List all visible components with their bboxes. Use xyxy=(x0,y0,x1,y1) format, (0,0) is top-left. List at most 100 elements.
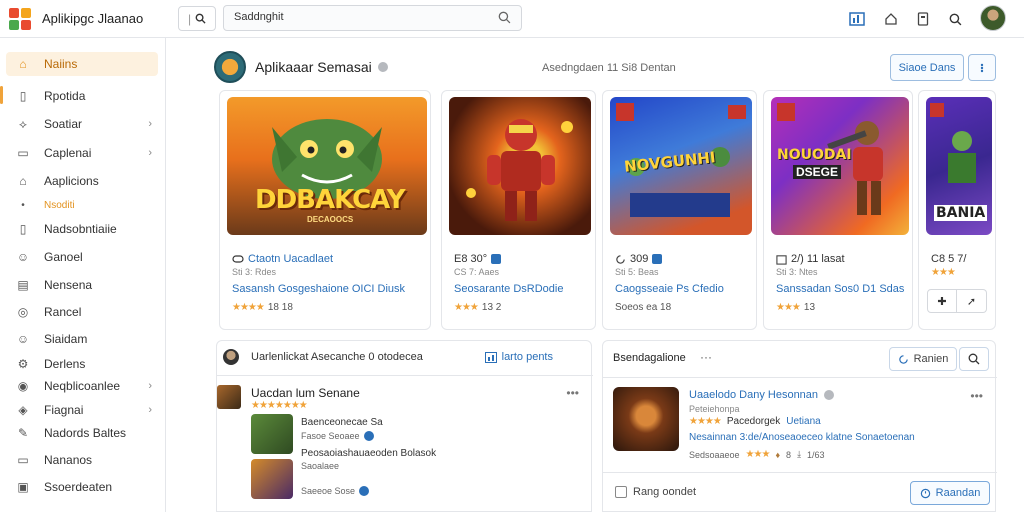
game-rating: Soeos ea 18 xyxy=(615,302,671,313)
apps-icon: ⌂ xyxy=(19,174,27,188)
post-avatar[interactable] xyxy=(217,385,241,409)
sidebar-item[interactable]: ✎ Nadords Baltes xyxy=(6,421,158,445)
save-button[interactable]: Siaoe Dans xyxy=(890,54,964,81)
chevron-right-icon[interactable]: › xyxy=(148,118,152,130)
filter-button[interactable]: Ranien xyxy=(889,347,957,371)
grid-view-button[interactable] xyxy=(968,54,996,81)
chevron-right-icon[interactable]: › xyxy=(148,147,152,159)
primary-action-button[interactable]: Raandan xyxy=(910,481,990,505)
post-thumbnail[interactable] xyxy=(251,414,293,454)
publisher-name-row[interactable]: Aplikaaar Semasai xyxy=(255,59,388,75)
game-rating: ★★★ 13 2 xyxy=(454,302,501,313)
search-icon[interactable] xyxy=(946,10,964,28)
feed-header-link[interactable]: larto pents xyxy=(484,351,553,363)
rating-stars: ★★★★ xyxy=(232,302,265,313)
game-cover-image xyxy=(449,97,591,235)
carousel-next-button[interactable]: ➚ xyxy=(957,289,987,313)
game-card[interactable]: DDBAKCAY DECAOOCS Ctaotn Uacadlaet Sti 3… xyxy=(219,90,431,330)
sidebar-item[interactable]: ◉ Neqblicoanlee › xyxy=(6,374,158,398)
game-meta: CS 7: Aaes xyxy=(454,267,500,277)
recommend-thumbnail[interactable] xyxy=(613,387,679,451)
game-title-row: C8 5 7/ xyxy=(931,253,966,265)
game-subtitle[interactable]: Caogsseaie Ps Cfedio xyxy=(615,283,724,295)
scrollbar[interactable] xyxy=(1016,40,1022,510)
recommend-name-row[interactable]: Uaaelodo Dany Hesonnan xyxy=(689,389,835,401)
more-icon[interactable]: ··· xyxy=(700,350,712,364)
sidebar-item[interactable]: ▯ Rpotida xyxy=(6,84,158,108)
carousel-prev-button[interactable]: ✚ xyxy=(927,289,957,313)
sidebar-item-label: Nsoditi xyxy=(44,199,75,211)
checkbox[interactable] xyxy=(615,486,627,498)
app-logo[interactable] xyxy=(9,8,31,30)
sidebar-item[interactable]: ⌂ Naiins xyxy=(6,52,158,76)
publisher-avatar[interactable] xyxy=(214,51,246,83)
grid-icon xyxy=(980,63,984,72)
sidebar-item[interactable]: ▭ Nananos xyxy=(6,448,158,472)
game-subtitle[interactable]: Sasansh Gosgeshaione OICI Diusk xyxy=(232,283,405,295)
person-icon: ◉ xyxy=(17,379,29,393)
sidebar-item[interactable]: ☺ Siaidam xyxy=(6,327,158,351)
more-icon[interactable]: ••• xyxy=(970,389,983,403)
game-subtitle[interactable]: Sanssadan Sos0 D1 Sdas xyxy=(776,283,904,295)
sidebar-item-label: Ssoerdeaten xyxy=(44,480,113,494)
post-thumbnail[interactable] xyxy=(251,459,293,499)
home-icon[interactable] xyxy=(882,10,900,28)
list-icon: ▯ xyxy=(19,222,27,236)
more-icon[interactable]: ••• xyxy=(566,386,579,400)
filter-label: Ranien xyxy=(913,353,949,365)
recommend-developer-link[interactable]: Uetiana xyxy=(786,416,820,427)
calendar-icon xyxy=(776,254,787,265)
game-rating: ★★★★ 18 18 xyxy=(232,302,293,313)
cta-label: Raandan xyxy=(935,487,981,499)
game-meta: Sti 3: Ntes xyxy=(776,267,818,277)
verified-icon xyxy=(363,431,374,441)
game-cover-image: DDBAKCAY DECAOOCS xyxy=(227,97,427,235)
game-cover-subtitle: DSEGE xyxy=(793,165,842,179)
chevron-right-icon[interactable]: › xyxy=(148,404,152,416)
activity-feed-panel: Uarlenlickat Asecanche 0 otodecea larto … xyxy=(216,340,593,512)
sidebar-item[interactable]: • Nsoditi xyxy=(6,193,158,217)
publisher-meta: Asedngdaen 11 Si8 Dentan xyxy=(542,62,676,74)
sidebar-item[interactable]: ◈ Fiagnai › xyxy=(6,398,158,422)
bookmark-icon[interactable] xyxy=(914,10,932,28)
search-input[interactable] xyxy=(234,11,484,23)
sidebar-item[interactable]: ▭ Caplenai › xyxy=(6,141,158,165)
feed-avatar[interactable] xyxy=(223,349,239,365)
game-meta: Sti 5: Beas xyxy=(615,267,659,277)
chart-icon xyxy=(484,351,497,363)
sidebar-item[interactable]: ⚙ Derlens xyxy=(6,352,158,376)
game-cover-image: NOVGUNHI xyxy=(610,97,752,235)
post-item-meta: Fasoe Seoaee xyxy=(301,431,374,441)
pipe-divider: | xyxy=(187,11,192,26)
recommend-name: Uaaelodo Dany Hesonnan xyxy=(689,389,819,401)
game-title: Ctaotn Uacadlaet xyxy=(248,253,333,265)
panel-search-button[interactable] xyxy=(959,347,989,371)
users-icon: ☺ xyxy=(16,332,30,346)
game-card[interactable]: NOVGUNHI 309 Sti 5: Beas Caogsseaie Ps C… xyxy=(602,90,757,330)
search-icon[interactable] xyxy=(498,11,511,24)
sidebar-item[interactable]: ▤ Nensena xyxy=(6,273,158,297)
game-cover-title: NOUODAI xyxy=(777,147,852,163)
game-title: E8 30° xyxy=(454,253,488,265)
calendar-icon: ▣ xyxy=(17,480,29,494)
recommend-title: Bsendagalione xyxy=(613,352,686,364)
sidebar-item[interactable]: ⟡ Soatiar › xyxy=(6,112,158,136)
game-card[interactable]: BANIA C8 5 7/ ★★★ ✚ ➚ xyxy=(918,90,996,330)
recommend-description[interactable]: Nesainnan 3:de/Anoseaoeceo klatne Sonaet… xyxy=(689,432,915,443)
sidebar-item[interactable]: ▯ Nadsobntiaiie xyxy=(6,217,158,241)
sidebar-item[interactable]: ▣ Ssoerdeaten xyxy=(6,475,158,499)
game-subtitle[interactable]: Seosarante DsRDodie xyxy=(454,283,563,295)
search-box[interactable] xyxy=(223,5,522,31)
sidebar-item[interactable]: ⌂ Aaplicions xyxy=(6,169,158,193)
bookmark-icon: ▯ xyxy=(19,89,27,103)
chart-icon[interactable] xyxy=(848,10,866,28)
sidebar-item[interactable]: ☺ Ganoel xyxy=(6,245,158,269)
game-card[interactable]: E8 30° CS 7: Aaes Seosarante DsRDodie ★★… xyxy=(441,90,596,330)
chevron-right-icon[interactable]: › xyxy=(148,380,152,392)
game-card[interactable]: NOUODAI DSEGE 2/) 11 lasat Sti 3: Ntes S… xyxy=(763,90,913,330)
recommend-rating-row: ★★★★ Pacedorgek Uetiana xyxy=(689,416,821,427)
user-avatar[interactable] xyxy=(980,5,1006,31)
post-title[interactable]: Uacdan lum Senane xyxy=(251,386,360,400)
search-scope-button[interactable]: | xyxy=(178,6,216,31)
sidebar-item[interactable]: ◎ Rancel xyxy=(6,300,158,324)
